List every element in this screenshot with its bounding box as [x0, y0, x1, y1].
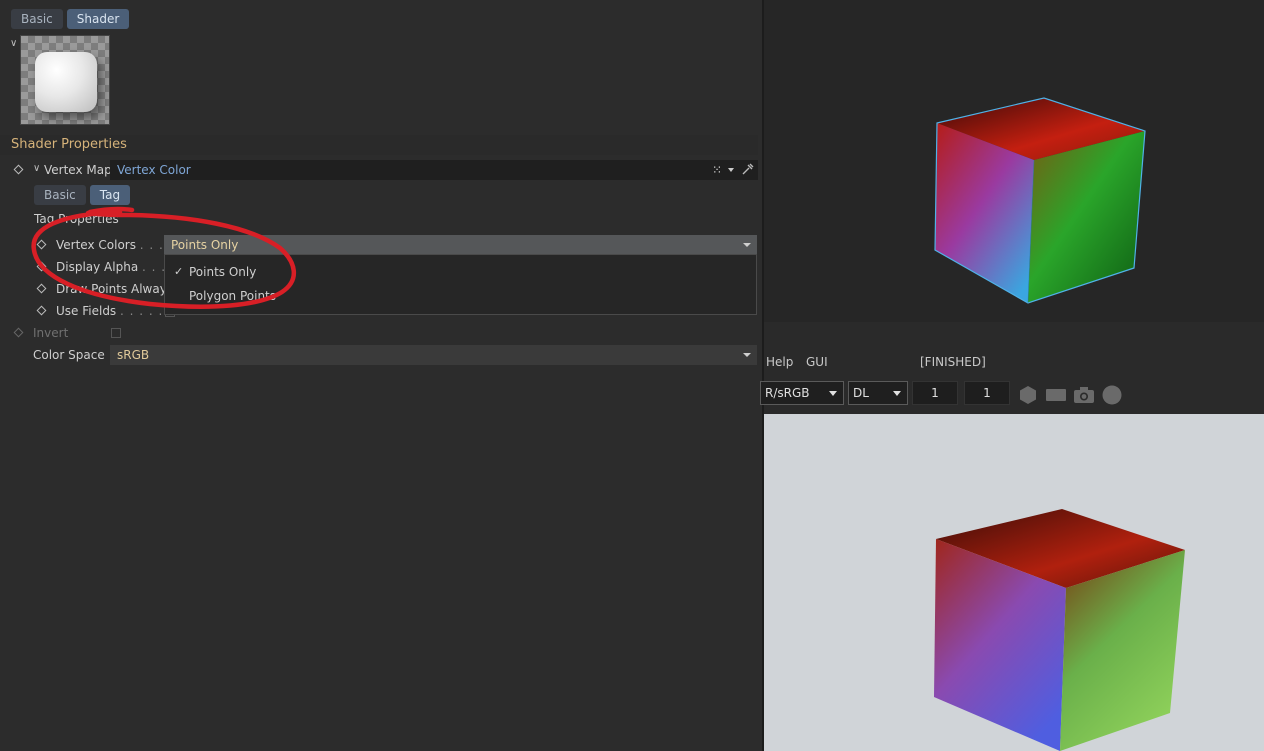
vertex-map-label: Vertex Map	[44, 163, 112, 177]
label-dots: . . .	[142, 260, 167, 274]
display-alpha-label: Display Alpha . . .	[56, 257, 166, 277]
render-view[interactable]	[764, 414, 1264, 751]
use-fields-label-text: Use Fields	[56, 304, 117, 318]
menu-item-polygon-points[interactable]: Polygon Points	[189, 289, 276, 303]
tab-shader[interactable]: Shader	[66, 9, 130, 29]
hexagon-icon[interactable]	[1018, 385, 1038, 405]
menu-help[interactable]: Help	[766, 355, 793, 369]
camera-icon[interactable]	[1073, 385, 1095, 405]
sub-tabs: Basic Tag	[34, 185, 131, 205]
vertex-colors-label-text: Vertex Colors	[56, 238, 136, 252]
number-field-a[interactable]: 1	[912, 381, 958, 405]
checkmark-icon: ✓	[174, 265, 184, 278]
expand-chevron-icon[interactable]: ∨	[33, 163, 40, 174]
material-preview-thumbnail	[20, 35, 110, 125]
viewport-cube-render	[934, 97, 1146, 304]
rectangle-icon[interactable]	[1045, 385, 1067, 405]
eyedropper-icon[interactable]	[741, 162, 755, 176]
link-menu-caret-icon[interactable]	[728, 168, 734, 172]
vertex-map-value: Vertex Color	[117, 163, 191, 177]
tab-basic[interactable]: Basic	[11, 9, 63, 29]
subtab-basic[interactable]: Basic	[34, 185, 86, 205]
view-transform-select[interactable]: R/sRGB	[760, 381, 844, 405]
vertex-colors-value: Points Only	[171, 238, 239, 252]
display-alpha-label-text: Display Alpha	[56, 260, 139, 274]
rendered-cube-image	[934, 509, 1185, 751]
link-options-icon[interactable]: ⁙	[712, 160, 722, 180]
draw-points-always-label: Draw Points Always	[56, 282, 174, 296]
dropdown-caret-icon	[743, 243, 751, 247]
editor-viewport[interactable]	[764, 0, 1264, 322]
tag-properties-label: Tag Properties	[34, 212, 119, 226]
attribute-manager-panel	[0, 0, 763, 751]
preview-cube-image	[35, 52, 97, 112]
use-fields-label: Use Fields . . . . . .	[56, 301, 173, 321]
vertex-map-link-field[interactable]: Vertex Color ⁙	[110, 160, 758, 180]
vertex-colors-dropdown-menu: ✓ Points Only Polygon Points	[164, 254, 757, 315]
display-mode-value: DL	[853, 386, 869, 400]
render-status: [FINISHED]	[920, 355, 986, 369]
color-space-dropdown[interactable]: sRGB	[110, 345, 757, 365]
section-title-shader-properties: Shader Properties	[0, 135, 758, 155]
menu-item-points-only[interactable]: Points Only	[189, 265, 256, 279]
top-tabs: Basic Shader	[11, 9, 130, 29]
invert-checkbox[interactable]	[111, 328, 121, 338]
color-space-value: sRGB	[117, 348, 150, 362]
vertex-colors-label: Vertex Colors . . . .	[56, 235, 174, 255]
view-transform-value: R/sRGB	[765, 386, 810, 400]
menu-gui[interactable]: GUI	[806, 355, 828, 369]
invert-label: Invert	[33, 326, 69, 340]
select-caret-icon	[893, 391, 901, 396]
subtab-tag[interactable]: Tag	[89, 185, 131, 205]
display-mode-select[interactable]: DL	[848, 381, 908, 405]
number-field-b[interactable]: 1	[964, 381, 1010, 405]
select-caret-icon	[829, 391, 837, 396]
vertex-colors-dropdown[interactable]: Points Only	[164, 235, 757, 255]
circle-icon[interactable]	[1101, 385, 1123, 405]
collapse-chevron-icon[interactable]: ∨	[10, 38, 17, 49]
color-space-label: Color Space	[33, 348, 105, 362]
dropdown-caret-icon	[743, 353, 751, 357]
